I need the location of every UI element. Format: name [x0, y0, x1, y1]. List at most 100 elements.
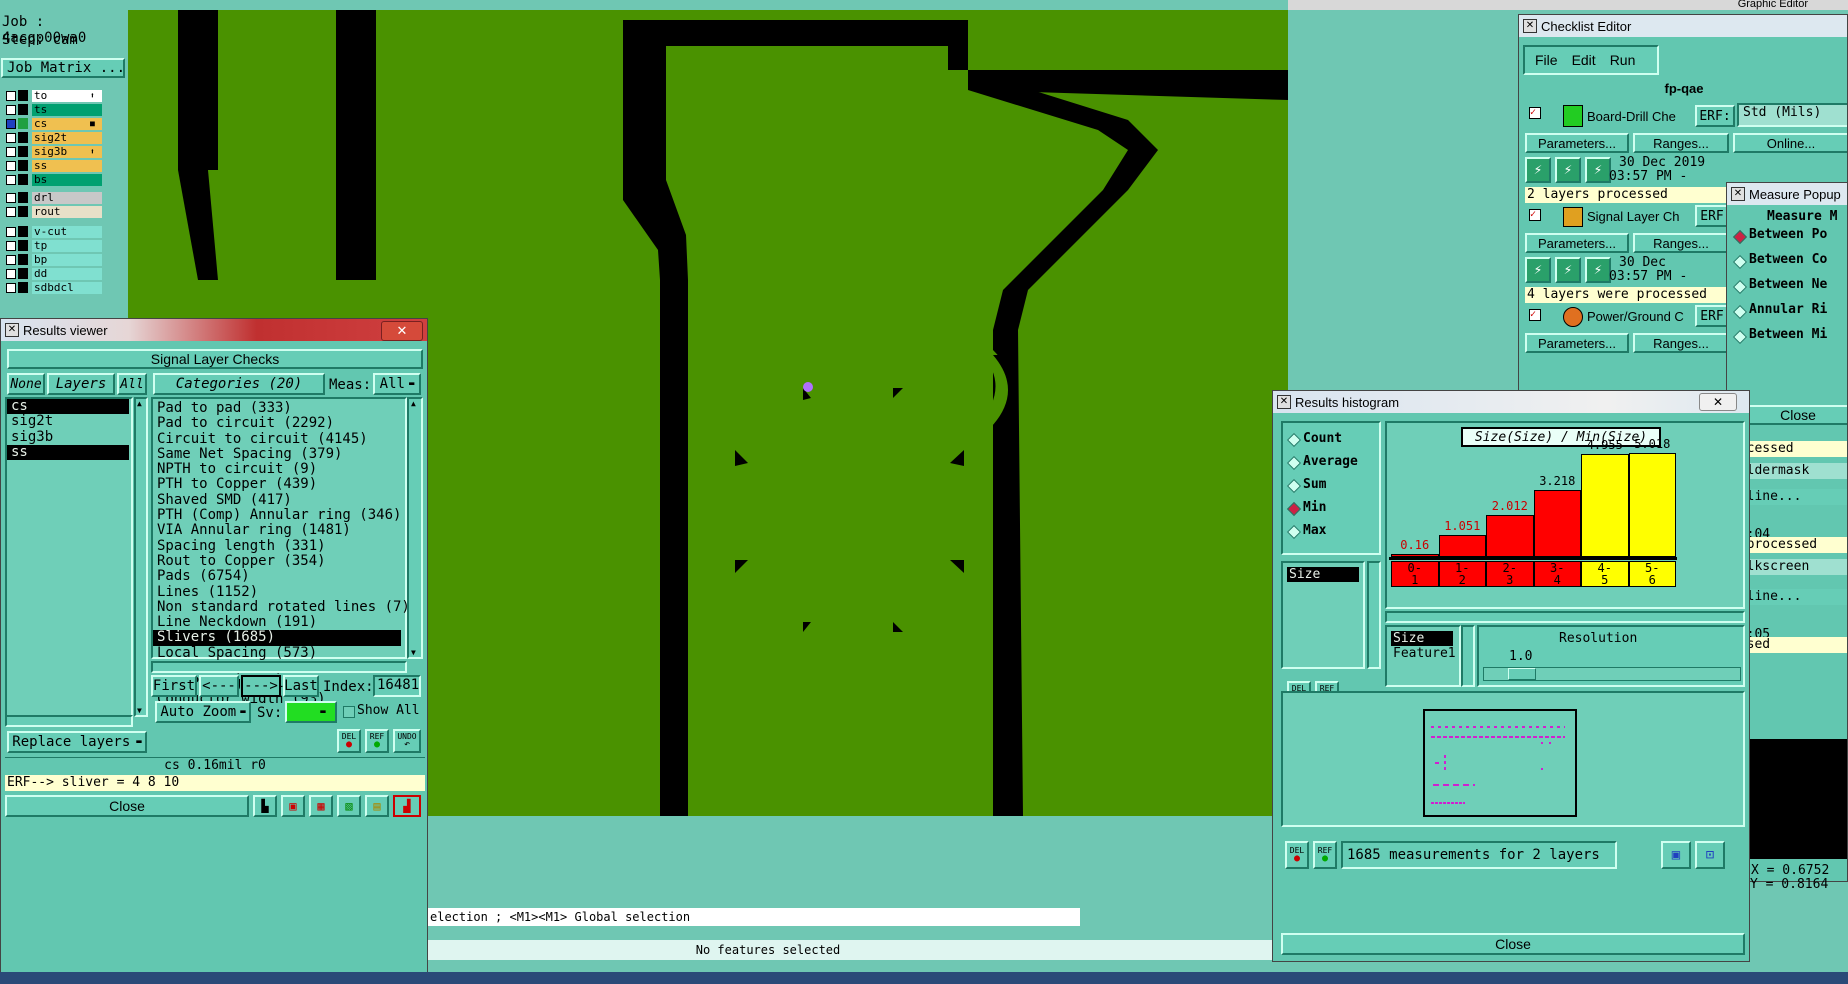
layer-row-rout[interactable]: rout	[2, 206, 126, 218]
category-item[interactable]: Pad to circuit (2292)	[153, 415, 401, 431]
layer-row-bp[interactable]: bp	[2, 254, 126, 266]
measure-mode-label[interactable]: Between Ne	[1749, 277, 1827, 292]
histogram-close-button[interactable]: Close	[1281, 933, 1745, 955]
categories-button[interactable]: Categories (20)	[153, 373, 325, 395]
layer-checkbox[interactable]	[6, 161, 16, 171]
run-icon[interactable]: ⚡	[1555, 257, 1581, 283]
layer-checkbox[interactable]	[6, 193, 16, 203]
layer-row-sdbdcl[interactable]: sdbdcl	[2, 282, 126, 294]
run-icon[interactable]: ⚡	[1525, 257, 1551, 283]
all-button[interactable]: All	[117, 373, 147, 395]
last-button[interactable]: Last	[283, 675, 319, 697]
replace-layers-dropdown[interactable]: Replace layers ▬	[7, 731, 147, 753]
measure-close-button[interactable]: Close	[1747, 405, 1847, 425]
category-item[interactable]: PTH (Comp) Annular ring (346)	[153, 507, 401, 523]
layer-row-drl[interactable]: drl	[2, 192, 126, 204]
sort-item[interactable]: Feature1	[1391, 646, 1456, 661]
sort-item[interactable]: Size	[1391, 631, 1453, 646]
histogram-bar[interactable]	[1628, 452, 1676, 557]
category-item[interactable]: PTH to Copper (439)	[153, 477, 401, 493]
layer-row-to[interactable]: to ⬆	[2, 90, 126, 102]
mode-radio-max[interactable]	[1286, 524, 1302, 540]
layer-checkbox[interactable]	[6, 119, 16, 129]
meas-dropdown[interactable]: All ▬	[373, 373, 421, 395]
menu-run[interactable]: Run	[1610, 52, 1636, 68]
layers-button[interactable]: Layers	[47, 373, 115, 395]
layer-list-item[interactable]: cs	[7, 398, 129, 415]
categories-hscroll[interactable]	[151, 661, 407, 673]
layer-row-ss[interactable]: ss	[2, 160, 126, 172]
category-item[interactable]: Non standard rotated lines (7)	[153, 599, 410, 615]
measure-mode-radio[interactable]	[1732, 304, 1748, 320]
category-item[interactable]: VIA Annular ring (1481)	[153, 523, 401, 539]
bar-category-label[interactable]: 5- 6	[1628, 561, 1676, 587]
category-item[interactable]: Pad to pad (333)	[153, 400, 401, 416]
sort-scrollbar[interactable]	[1461, 625, 1475, 687]
erf-button[interactable]: ERF:	[1695, 105, 1735, 127]
check-enable-checkbox[interactable]: ✓	[1529, 209, 1541, 221]
layer-checkbox[interactable]	[6, 133, 16, 143]
layer-checkbox[interactable]	[6, 227, 16, 237]
layer-list-item[interactable]: ss	[7, 444, 129, 461]
histogram-bar[interactable]	[1533, 490, 1581, 557]
next-button[interactable]: --->	[241, 675, 281, 697]
category-item[interactable]: Pads (6754)	[153, 568, 401, 584]
category-item[interactable]: Local Spacing (573)	[153, 645, 401, 661]
del-button[interactable]: DEL ●	[337, 729, 361, 753]
menu-edit[interactable]: Edit	[1572, 52, 1596, 68]
hist-ref-button[interactable]: REF ●	[1313, 841, 1337, 869]
layer-checkbox[interactable]	[6, 91, 16, 101]
mode-label[interactable]: Max	[1303, 523, 1326, 538]
layer-list-item[interactable]: sig3b	[7, 429, 129, 445]
erf-field[interactable]: Std (Mils)	[1737, 103, 1847, 127]
mode-label[interactable]: Average	[1303, 454, 1358, 469]
attr-scrollbar[interactable]	[1367, 561, 1381, 669]
filter-tool-icon[interactable]: ▣	[281, 795, 305, 817]
histogram-bar[interactable]	[1581, 454, 1629, 557]
chart-hscroll[interactable]	[1385, 611, 1745, 623]
ranges-button[interactable]: Ranges...	[1633, 333, 1729, 353]
histogram-bar[interactable]	[1438, 535, 1486, 557]
bar-category-label[interactable]: 0- 1	[1391, 561, 1439, 587]
histogram-bar[interactable]	[1486, 515, 1534, 557]
mode-label[interactable]: Sum	[1303, 477, 1326, 492]
stop-icon[interactable]: ⚡	[1585, 257, 1611, 283]
scroll-up-icon[interactable]: ▲	[411, 399, 416, 408]
layer-checkbox[interactable]	[6, 175, 16, 185]
job-matrix-button[interactable]: Job Matrix ...	[1, 58, 125, 78]
bar-category-label[interactable]: 2- 3	[1486, 561, 1534, 587]
ranges-button[interactable]: Ranges...	[1633, 233, 1729, 253]
check-enable-checkbox[interactable]: ✓	[1529, 309, 1541, 321]
mode-label[interactable]: Count	[1303, 431, 1342, 446]
category-item[interactable]: Spacing length (331)	[153, 538, 401, 554]
scroll-down-icon[interactable]: ▼	[411, 648, 416, 657]
close-button[interactable]: Close	[5, 795, 249, 817]
undo-button[interactable]: UNDO ↶	[393, 729, 421, 753]
index-field[interactable]: 16481	[373, 675, 421, 697]
layer-row-sig2t[interactable]: sig2t	[2, 132, 126, 144]
close-window-button[interactable]: ✕	[381, 321, 423, 341]
erf-button[interactable]: ERF	[1695, 305, 1729, 327]
prev-button[interactable]: <---	[199, 675, 239, 697]
close-window-button[interactable]: ✕	[1699, 393, 1737, 411]
sv-color-dropdown[interactable]: ▬	[285, 701, 337, 723]
chart-tool-icon[interactable]: ▙	[253, 795, 277, 817]
layer-row-dd[interactable]: dd	[2, 268, 126, 280]
zoom-icon-button[interactable]: ⊡	[1695, 841, 1725, 869]
category-item[interactable]: Same Net Spacing (379)	[153, 446, 401, 462]
run-icon[interactable]: ⚡	[1555, 157, 1581, 183]
report-tool-icon[interactable]: ▤	[365, 795, 389, 817]
mode-radio-count[interactable]	[1286, 432, 1302, 448]
category-item[interactable]: Line Neckdown (191)	[153, 614, 401, 630]
layer-checkbox[interactable]	[6, 207, 16, 217]
none-button[interactable]: None	[7, 373, 45, 395]
mode-label[interactable]: Min	[1303, 500, 1326, 515]
parameters-button[interactable]: Parameters...	[1525, 233, 1629, 253]
layer-row-ts[interactable]: ts	[2, 104, 126, 116]
menu-file[interactable]: File	[1535, 52, 1558, 68]
measure-mode-label[interactable]: Between Po	[1749, 227, 1827, 242]
ref-button[interactable]: REF ●	[365, 729, 389, 753]
mode-radio-sum[interactable]	[1286, 478, 1302, 494]
slider-thumb[interactable]	[1508, 668, 1536, 680]
layer-list-hscroll[interactable]	[5, 715, 133, 727]
